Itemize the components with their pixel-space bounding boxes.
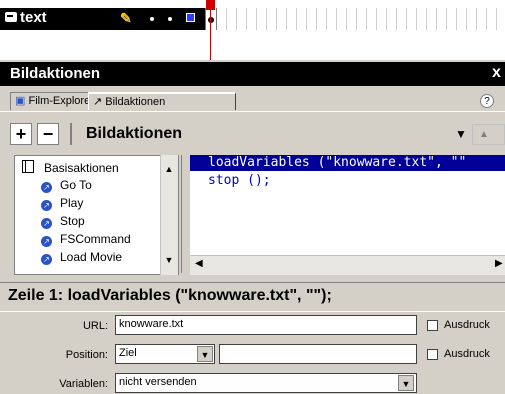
help-button[interactable]: ? <box>480 94 494 108</box>
tree-item-stop[interactable]: ↗ Stop <box>41 214 85 231</box>
remove-action-button[interactable]: − <box>37 123 59 145</box>
lock-layer-dot[interactable] <box>168 17 172 21</box>
tree-category-basisaktionen[interactable]: Basisaktionen <box>22 160 119 177</box>
position-expression-checkbox[interactable] <box>427 349 438 360</box>
action-icon: ↗ <box>41 236 52 247</box>
film-explorer-icon: ▣ <box>15 95 26 107</box>
tab-film-explorer-label: Film-Explorer <box>28 95 94 107</box>
position-target-field[interactable] <box>219 344 417 364</box>
tab-bildaktionen[interactable]: ↗ Bildaktionen <box>88 92 236 110</box>
tree-item-load-movie[interactable]: ↗ Load Movie <box>41 250 122 267</box>
scroll-right-arrow-icon[interactable]: ▶ <box>495 258 503 269</box>
url-expression-label[interactable]: Ausdruck <box>444 319 490 331</box>
outline-color-box[interactable] <box>186 13 195 22</box>
tree-item-label: Go To <box>60 178 92 192</box>
layer-name[interactable]: text <box>20 9 47 26</box>
variables-select[interactable]: nicht versenden <box>115 373 417 393</box>
tree-item-goto[interactable]: ↗ Go To <box>41 178 92 195</box>
tab-film-explorer[interactable]: ▣ Film-Explorer <box>10 92 99 110</box>
pencil-icon: ✎ <box>120 10 132 26</box>
variables-label: Variablen: <box>59 378 108 390</box>
show-layer-dot[interactable] <box>150 17 154 21</box>
layer-icon <box>5 12 17 22</box>
chevron-down-icon[interactable]: ▼ <box>398 375 414 391</box>
close-button[interactable]: x <box>492 64 501 82</box>
action-icon: ↗ <box>41 200 52 211</box>
playhead-line <box>210 0 211 60</box>
action-icon: ↗ <box>41 218 52 229</box>
scroll-down-arrow-icon[interactable]: ▼ <box>160 251 178 269</box>
position-expression-label[interactable]: Ausdruck <box>444 348 490 360</box>
actions-heading: Bildaktionen <box>70 123 195 145</box>
panel-menu-arrow-icon[interactable]: ▼ <box>455 127 467 141</box>
add-action-button[interactable]: + <box>10 123 32 145</box>
pane-splitter[interactable] <box>181 155 189 273</box>
tree-item-label: FSCommand <box>60 232 131 246</box>
url-expression-checkbox[interactable] <box>427 320 438 331</box>
frame-cells[interactable] <box>217 8 505 30</box>
tree-item-label: Play <box>60 196 84 210</box>
script-line-selected[interactable]: loadVariables ("knowware.txt", "" <box>190 155 505 171</box>
panel-title: Bildaktionen <box>10 65 101 82</box>
book-icon <box>22 160 34 173</box>
position-select-value: Ziel <box>119 347 137 359</box>
tree-item-label: Stop <box>60 214 85 228</box>
status-text: Zeile 1: loadVariables ("knowware.txt", … <box>8 287 332 304</box>
scroll-left-arrow-icon[interactable]: ◀ <box>195 258 203 269</box>
tab-bildaktionen-label: Bildaktionen <box>105 96 166 108</box>
url-field[interactable]: knowware.txt <box>115 315 417 335</box>
tree-item-play[interactable]: ↗ Play <box>41 196 83 213</box>
scroll-up-arrow-icon[interactable]: ▲ <box>160 160 178 178</box>
tree-item-fscommand[interactable]: ↗ FSCommand <box>41 232 131 249</box>
variables-select-value: nicht versenden <box>119 376 197 388</box>
script-line[interactable]: stop (); <box>208 173 271 188</box>
position-label: Position: <box>65 349 108 361</box>
url-label: URL: <box>82 320 108 332</box>
tree-category-label: Basisaktionen <box>44 161 119 175</box>
chevron-down-icon[interactable]: ▼ <box>197 346 213 362</box>
keyframe[interactable] <box>205 8 217 30</box>
tree-item-label: Load Movie <box>60 250 123 264</box>
action-icon: ↗ <box>41 182 52 193</box>
actions-icon: ↗ <box>93 96 103 108</box>
move-up-button[interactable]: ▲ <box>472 124 505 145</box>
horizontal-scrollbar[interactable] <box>190 255 505 275</box>
action-icon: ↗ <box>41 254 52 265</box>
